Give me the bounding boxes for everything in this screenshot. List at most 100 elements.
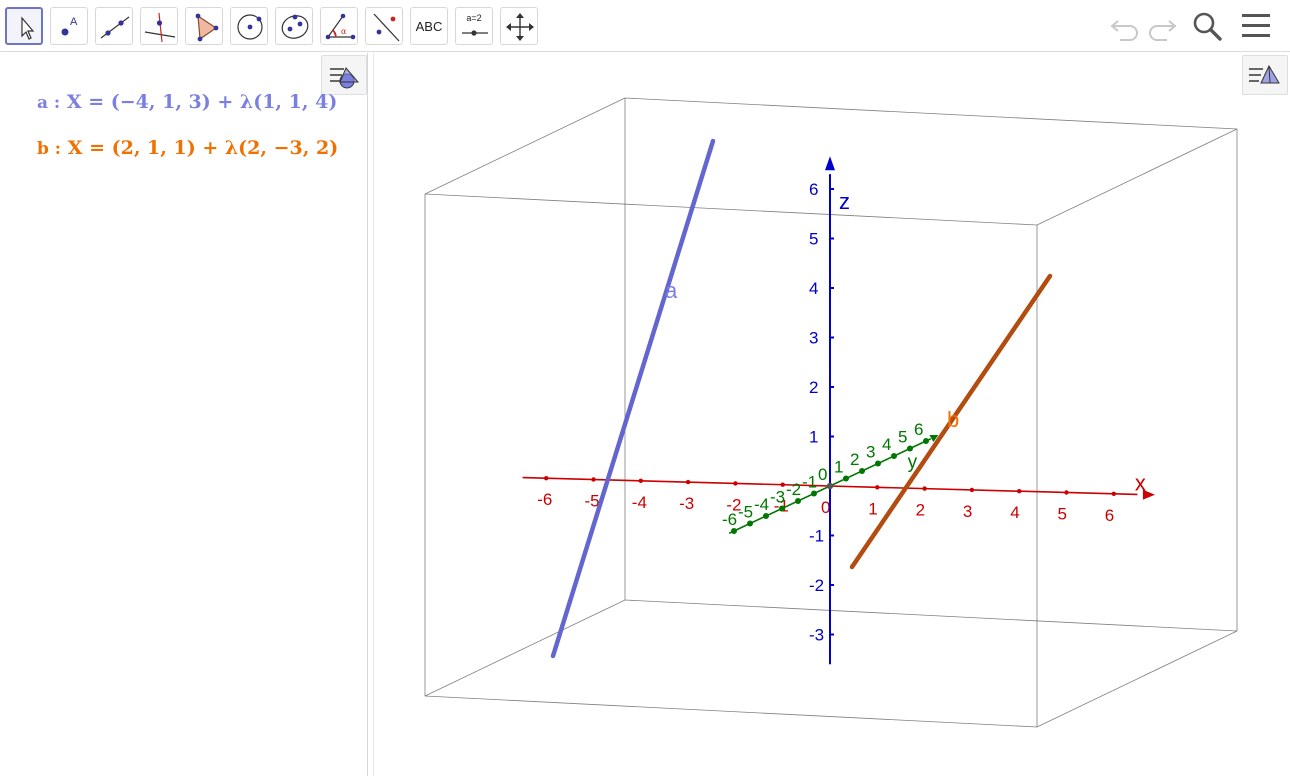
slider-icon (462, 30, 488, 36)
point-tool-button[interactable]: A (50, 7, 88, 45)
x-axis-tick-label: 3 (963, 502, 972, 521)
redo-button[interactable] (1145, 9, 1179, 43)
polygon-icon (195, 13, 219, 42)
perpendicular-line-tool-button[interactable] (140, 7, 178, 45)
algebra-item-b-label: b : (37, 139, 62, 159)
x-axis-label: x (1135, 471, 1146, 496)
bounding-box-edge (1036, 630, 1238, 728)
reflect-tool-button[interactable] (365, 7, 403, 45)
algebra-view: a : X = (−4, 1, 3) + λ(1, 1, 4) b : X = … (0, 53, 367, 776)
z-axis-tick-label: 1 (809, 428, 818, 447)
y-axis-tick-label: 0 (818, 465, 827, 484)
bounding-box-edge (624, 599, 1238, 632)
bounding-box-edge (424, 695, 1038, 728)
y-axis-tick-label: 2 (850, 450, 859, 469)
bounding-box-edge (424, 97, 626, 195)
y-axis-tick-label: 4 (882, 435, 891, 454)
bounding-box-edge (1036, 128, 1238, 226)
svg-text:A: A (70, 16, 78, 28)
circle-tool-button[interactable] (230, 7, 268, 45)
x-axis-tick (969, 487, 975, 493)
z-axis-tick-label: 6 (809, 180, 818, 199)
text-tool-button[interactable]: ABC (410, 7, 448, 45)
graphics-stylebar-toggle[interactable] (1242, 55, 1288, 95)
algebra-item-b[interactable]: b : X = (2, 1, 1) + λ(2, −3, 2) (37, 137, 338, 159)
stylebar-toggle-icon (330, 67, 360, 89)
x-axis-tick-label: 1 (868, 499, 877, 518)
z-axis-tick-label: 2 (809, 378, 818, 397)
y-axis-tick-label: 6 (914, 420, 923, 439)
line-b-label: b (947, 407, 959, 432)
algebra-item-a[interactable]: a : X = (−4, 1, 3) + λ(1, 1, 4) (37, 91, 337, 113)
x-axis-tick (638, 478, 643, 483)
ellipse-tool-button[interactable] (275, 7, 313, 45)
x-axis-tick (591, 477, 596, 482)
circle-icon (237, 14, 263, 40)
z-axis-label: z (839, 189, 850, 214)
undo-button[interactable] (1108, 9, 1142, 43)
stylebar-3d-toggle-icon (1249, 64, 1280, 84)
x-axis-tick-label: 6 (1105, 506, 1114, 525)
line-tool-button[interactable] (95, 7, 133, 45)
x-axis-tick-label: 2 (916, 501, 925, 520)
polygon-tool-button[interactable] (185, 7, 223, 45)
y-axis-tick-label: 1 (834, 458, 843, 477)
y-axis-tick-label: 5 (898, 428, 907, 447)
graphics-3d-view[interactable]: -6-5-4-3-2-10123456x-6-5-4-3-2-10123456y… (375, 53, 1290, 776)
point-icon: A (61, 16, 78, 36)
x-axis-tick (685, 479, 691, 485)
y-axis-tick-label: -6 (722, 510, 737, 529)
main-menu-button[interactable] (1239, 9, 1273, 43)
z-axis-tick-label: -3 (809, 626, 824, 645)
slider-tool-button[interactable]: a=2 (455, 7, 493, 45)
y-axis-tick-label: -5 (738, 503, 753, 522)
menu-icon (1242, 14, 1270, 37)
toolbar: A α ABC a=2 (0, 0, 1290, 52)
move-tool-button[interactable] (5, 7, 43, 45)
line-a-label: a (665, 278, 678, 303)
perpendicular-line-icon (144, 12, 176, 43)
ellipse-icon (281, 14, 309, 39)
x-axis-tick-label: -3 (679, 494, 694, 513)
bounding-box-edge (424, 599, 626, 697)
z-axis-arrow (825, 156, 835, 171)
y-axis-tick-label: -4 (754, 495, 769, 514)
z-axis-tick-label: -2 (809, 576, 824, 595)
x-axis-tick (733, 481, 738, 486)
move-graphics-view-tool-button[interactable] (500, 7, 538, 45)
algebra-stylebar-toggle[interactable] (321, 55, 367, 95)
y-axis-tick-label: -1 (802, 473, 817, 492)
x-axis-tick (1064, 490, 1069, 495)
cursor-arrow-icon (21, 16, 35, 40)
move-arrows-icon (506, 13, 534, 41)
svg-text:α: α (341, 27, 347, 36)
search-button[interactable] (1190, 9, 1224, 43)
x-axis-tick-label: -6 (537, 490, 552, 509)
y-axis-tick-label: -3 (770, 488, 785, 507)
line-icon (100, 16, 130, 39)
y-axis-tick (923, 438, 929, 444)
algebra-item-b-expression: X = (2, 1, 1) + λ(2, −3, 2) (67, 137, 339, 159)
bounding-box-edge (424, 193, 1038, 226)
view-splitter[interactable] (367, 53, 374, 776)
x-axis-tick (544, 476, 549, 481)
x-axis-tick-label: 4 (1010, 503, 1019, 522)
line-a (550, 138, 716, 659)
y-axis-tick-label: 3 (866, 443, 875, 462)
z-axis-tick-label: 4 (809, 279, 818, 298)
x-axis-tick-label: 5 (1058, 505, 1067, 524)
algebra-item-a-expression: X = (−4, 1, 3) + λ(1, 1, 4) (66, 91, 338, 113)
x-axis-tick (1111, 491, 1116, 496)
angle-icon: α (325, 13, 356, 40)
x-axis-tick-label: -4 (632, 493, 647, 512)
graphics-3d-canvas[interactable]: -6-5-4-3-2-10123456x-6-5-4-3-2-10123456y… (375, 53, 1290, 776)
reflect-icon (373, 13, 400, 42)
search-icon (1193, 12, 1222, 41)
z-axis-tick-label: 5 (809, 230, 818, 249)
y-axis-tick-label: -2 (786, 480, 801, 499)
y-axis-tick (875, 460, 881, 467)
y-axis-tick (907, 445, 913, 452)
x-axis-tick (1017, 489, 1022, 494)
angle-tool-button[interactable]: α (320, 7, 358, 45)
algebra-item-a-label: a : (37, 93, 61, 113)
